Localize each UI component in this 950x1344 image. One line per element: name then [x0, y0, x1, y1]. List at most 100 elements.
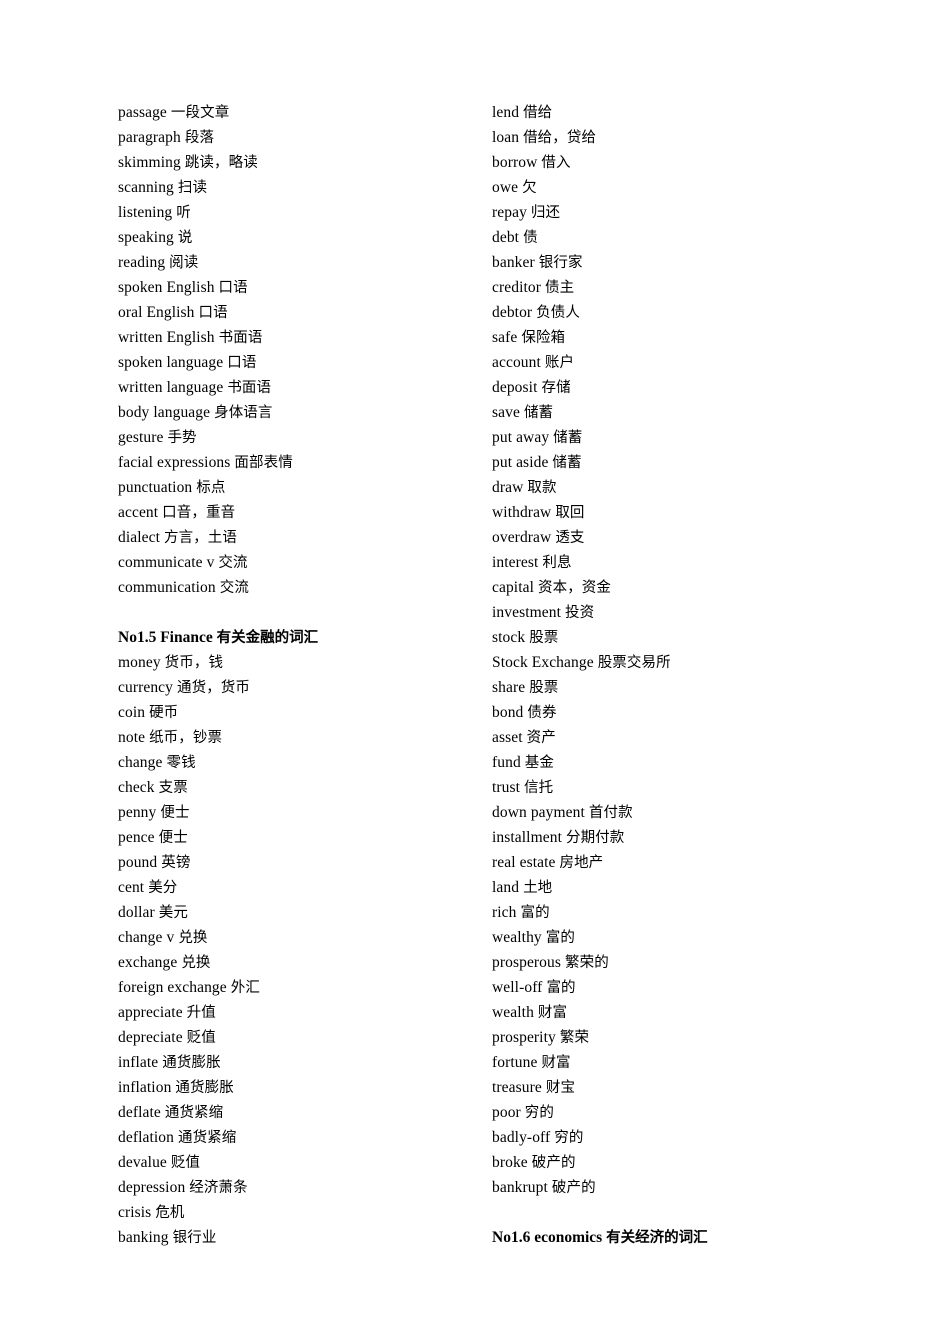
vocabulary-gloss: 土地	[523, 880, 553, 896]
vocabulary-term: safe	[492, 329, 518, 346]
vocabulary-entry: stock 股票	[492, 625, 576, 650]
vocabulary-gloss: 穷的	[554, 1130, 584, 1146]
vocabulary-gloss: 信托	[524, 780, 554, 796]
vocabulary-term: bankrupt	[492, 1179, 548, 1196]
vocabulary-entry: wealthy 富的	[492, 925, 576, 950]
vocabulary-gloss: 账户	[544, 355, 575, 371]
vocabulary-entry: treasure 财宝	[492, 1075, 576, 1100]
vocabulary-term: draw	[492, 479, 524, 496]
vocabulary-entry: banker 银行家	[492, 250, 582, 275]
vocabulary-gloss: 债主	[544, 280, 575, 296]
vocabulary-gloss: 欠	[522, 180, 537, 196]
vocabulary-term: land	[492, 879, 520, 896]
vocabulary-gloss: 股票交易所	[597, 655, 671, 671]
vocabulary-term: fortune	[492, 1054, 538, 1071]
vocabulary-term: real estate	[492, 854, 556, 871]
vocabulary-gloss: 借给	[523, 105, 553, 121]
vocabulary-entry: installment 分期付款	[492, 825, 624, 850]
vocabulary-entry: debtor 负债人	[492, 300, 580, 325]
two-column-body: passage 一段文章 paragraph 段落 skimming 跳读，略读 sc…	[0, 100, 950, 1250]
vocabulary-entry: prosperity 繁荣	[492, 1025, 589, 1050]
document-page: passage 一段文章 paragraph 段落 skimming 跳读，略读 sc…	[0, 0, 950, 1344]
vocabulary-gloss: 归还	[530, 205, 561, 221]
vocabulary-gloss: 穷的	[524, 1105, 554, 1121]
vocabulary-term: withdraw	[492, 504, 552, 521]
vocabulary-entry: creditor 债主	[492, 275, 576, 300]
vocabulary-entry: overdraw 透支	[492, 525, 584, 550]
vocabulary-entry: capital 资本，资金	[492, 575, 611, 600]
section-heading-title: No1.6 economics	[492, 1229, 603, 1246]
vocabulary-entry: poor 穷的	[492, 1100, 576, 1125]
vocabulary-entry: land 土地	[492, 875, 576, 900]
vocabulary-entry: save 储蓄	[492, 400, 576, 425]
vocabulary-term: treasure	[492, 1079, 542, 1096]
vocabulary-entry: owe 欠	[492, 175, 576, 200]
vocabulary-term: creditor	[492, 279, 541, 296]
vocabulary-gloss: 富的	[520, 905, 550, 921]
vocabulary-term: borrow	[492, 154, 538, 171]
vocabulary-entry: debt 债	[492, 225, 576, 250]
vocabulary-term: down payment	[492, 804, 585, 821]
vocabulary-entry: account 账户	[492, 350, 576, 375]
vocabulary-term: debt	[492, 229, 520, 246]
vocabulary-gloss: 储蓄	[552, 455, 582, 471]
vocabulary-gloss: 借入	[541, 155, 571, 171]
vocabulary-gloss: 储蓄	[523, 405, 554, 421]
vocabulary-term: lend	[492, 104, 520, 121]
vocabulary-entry: badly-off 穷的	[492, 1125, 583, 1150]
vocabulary-gloss: 首付款	[588, 805, 633, 821]
vocabulary-gloss: 财宝	[545, 1080, 576, 1096]
vocabulary-term: capital	[492, 579, 535, 596]
vocabulary-entry: bankrupt 破产的	[492, 1175, 596, 1200]
vocabulary-gloss: 借给，贷给	[523, 130, 597, 146]
vocabulary-term: investment	[492, 604, 562, 621]
vocabulary-term: prosperity	[492, 1029, 556, 1046]
vocabulary-term: debtor	[492, 304, 533, 321]
section-heading: No1.6 economics 有关经济的词汇	[492, 1225, 708, 1250]
vocabulary-gloss: 基金	[524, 755, 554, 771]
vocabulary-term: wealthy	[492, 929, 542, 946]
vocabulary-entry: bond 债券	[492, 700, 576, 725]
vocabulary-gloss: 存储	[541, 380, 571, 396]
vocabulary-term: overdraw	[492, 529, 552, 546]
vocabulary-gloss: 财富	[541, 1055, 571, 1071]
vocabulary-term: broke	[492, 1154, 528, 1171]
vocabulary-term: save	[492, 404, 520, 421]
vocabulary-entry: broke 破产的	[492, 1150, 576, 1175]
vocabulary-gloss: 繁荣	[559, 1030, 590, 1046]
vocabulary-entry: wealth 财富	[492, 1000, 576, 1025]
vocabulary-entry: put away 储蓄	[492, 425, 582, 450]
vocabulary-term: deposit	[492, 379, 538, 396]
vocabulary-entry: safe 保险箱	[492, 325, 576, 350]
vocabulary-term: asset	[492, 729, 523, 746]
vocabulary-entry: lend 借给	[492, 100, 576, 125]
vocabulary-entry: deposit 存储	[492, 375, 576, 400]
vocabulary-entry: share 股票	[492, 675, 576, 700]
vocabulary-gloss: 股票	[529, 630, 559, 646]
vocabulary-entry: Stock Exchange 股票交易所	[492, 650, 671, 675]
vocabulary-entry: prosperous 繁荣的	[492, 950, 609, 975]
vocabulary-entry: well-off 富的	[492, 975, 576, 1000]
vocabulary-entry: rich 富的	[492, 900, 576, 925]
vocabulary-term: account	[492, 354, 541, 371]
vocabulary-gloss: 破产的	[551, 1180, 596, 1196]
vocabulary-term: bond	[492, 704, 524, 721]
vocabulary-gloss: 分期付款	[565, 830, 625, 846]
vocabulary-term: put away	[492, 429, 550, 446]
vocabulary-gloss: 债券	[527, 705, 557, 721]
vocabulary-term: wealth	[492, 1004, 534, 1021]
vocabulary-gloss: 富的	[546, 980, 576, 996]
vocabulary-term: poor	[492, 1104, 521, 1121]
vocabulary-gloss: 资本，资金	[538, 580, 611, 596]
vocabulary-gloss: 繁荣的	[565, 955, 609, 971]
vocabulary-gloss: 负债人	[536, 305, 580, 321]
vocabulary-term: badly-off	[492, 1129, 551, 1146]
vocabulary-entry: interest 利息	[492, 550, 576, 575]
vocabulary-term: installment	[492, 829, 562, 846]
vocabulary-gloss: 破产的	[531, 1155, 576, 1171]
vocabulary-term: banker	[492, 254, 535, 271]
vocabulary-gloss: 保险箱	[521, 330, 566, 346]
right-column: lend 借给 loan 借给，贷给 borrow 借入 owe 欠 repay 归还 d…	[0, 100, 708, 1250]
vocabulary-gloss: 取回	[555, 505, 585, 521]
